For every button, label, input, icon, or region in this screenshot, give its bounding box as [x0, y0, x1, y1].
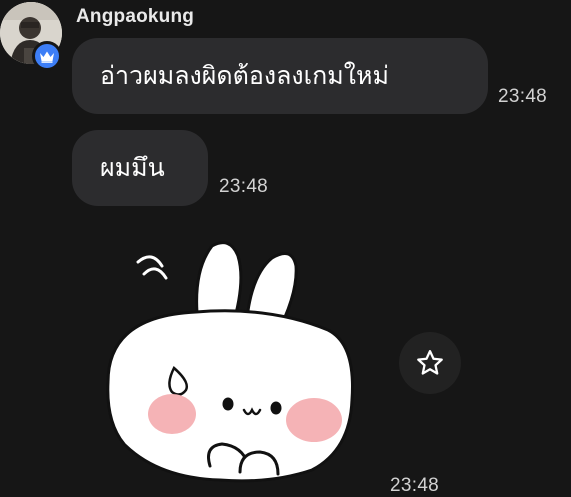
- message-text: ผมมึน: [100, 153, 165, 182]
- bunny-sticker-image: [106, 241, 354, 483]
- crown-badge: [32, 41, 62, 71]
- message-timestamp: 23:48: [219, 176, 269, 197]
- crown-icon: [40, 51, 54, 63]
- favorite-sticker-button[interactable]: [399, 332, 461, 394]
- sender-name[interactable]: Angpaokung: [76, 6, 194, 28]
- star-outline-icon: [417, 350, 443, 375]
- message-text: อ่าวผมลงผิดต้องลงเกมใหม่: [100, 61, 389, 90]
- message-bubble[interactable]: อ่าวผมลงผิดต้องลงเกมใหม่: [72, 38, 488, 114]
- message-timestamp: 23:48: [498, 86, 548, 107]
- message-bubble[interactable]: ผมมึน: [72, 130, 208, 206]
- sticker-timestamp: 23:48: [390, 475, 440, 496]
- bunny-sticker[interactable]: [100, 232, 360, 490]
